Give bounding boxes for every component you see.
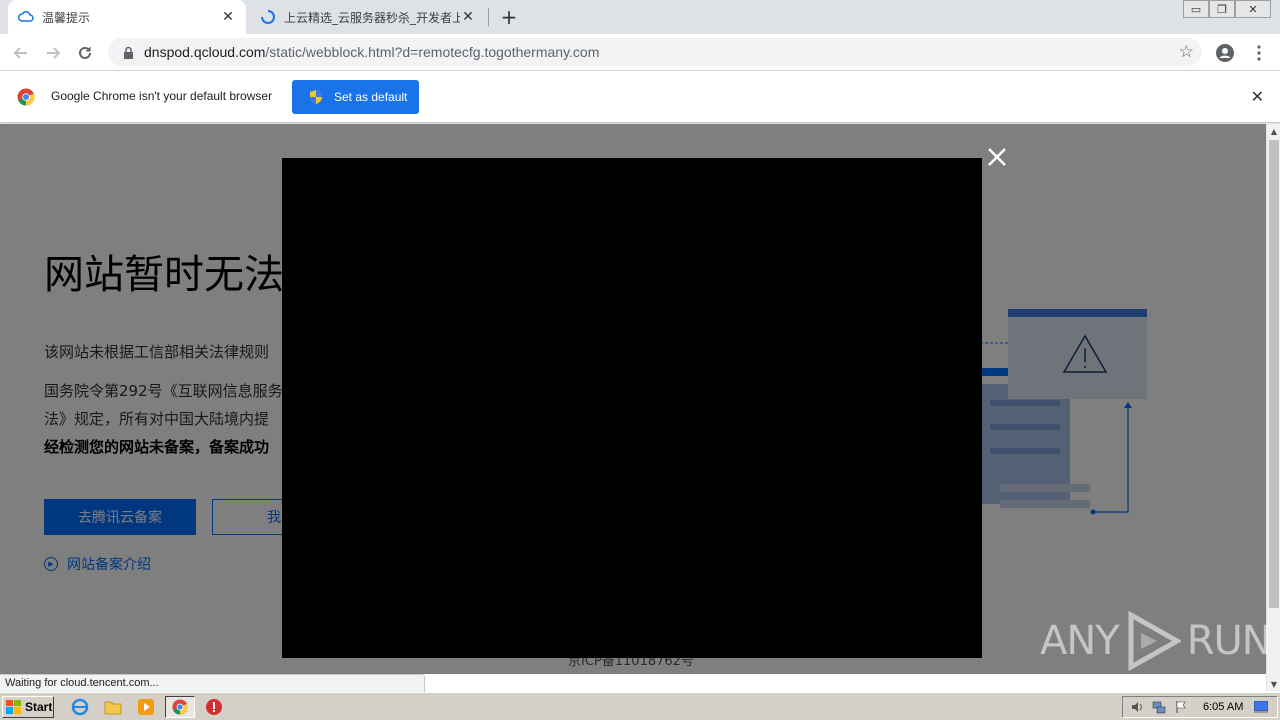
set-as-default-label: Set as default xyxy=(334,90,408,104)
tab-strip: 温馨提示 ✕ 上云精选_云服务器秒杀_开发者上云 ✕ + ▭ ❐ ✕ xyxy=(0,0,1280,34)
close-tab-icon[interactable]: ✕ xyxy=(220,9,236,25)
play-logo-icon xyxy=(1128,611,1181,671)
tab-active[interactable]: 温馨提示 ✕ xyxy=(8,0,246,34)
restore-button[interactable]: ❐ xyxy=(1209,0,1235,18)
close-tab-icon[interactable]: ✕ xyxy=(460,9,476,25)
anyrun-watermark: ANY RUN xyxy=(1040,611,1272,671)
scroll-down-arrow-icon[interactable]: ▼ xyxy=(1267,677,1280,691)
page-scrollbar[interactable]: ▲ ▼ xyxy=(1266,124,1280,691)
chrome-logo-icon xyxy=(17,88,35,106)
windows-flag-icon xyxy=(6,700,21,714)
lock-icon[interactable] xyxy=(122,45,134,59)
chrome-taskbar-icon[interactable] xyxy=(165,696,195,718)
stop-icon[interactable] xyxy=(204,697,224,717)
uac-shield-icon xyxy=(310,90,322,104)
new-tab-button[interactable]: + xyxy=(498,5,520,29)
window-close-button[interactable]: ✕ xyxy=(1235,0,1271,18)
arrow-right-icon xyxy=(47,47,61,59)
reload-button[interactable] xyxy=(72,40,98,66)
url-path: /static/webblock.html?d=remotecfg.togoth… xyxy=(265,44,600,60)
windows-taskbar: Start 6:05 AM xyxy=(0,692,1280,720)
profile-button[interactable] xyxy=(1212,40,1238,66)
default-browser-infobar: Google Chrome isn't your default browser… xyxy=(0,71,1280,123)
folder-icon[interactable] xyxy=(103,697,123,717)
watermark-right: RUN xyxy=(1186,618,1272,664)
start-button[interactable]: Start xyxy=(2,696,54,718)
tab-title: 上云精选_云服务器秒杀_开发者上云 xyxy=(284,10,460,25)
menu-button[interactable] xyxy=(1246,40,1272,66)
account-icon xyxy=(1216,44,1234,62)
tab-inactive[interactable]: 上云精选_云服务器秒杀_开发者上云 ✕ xyxy=(250,0,486,34)
reload-icon xyxy=(79,46,91,59)
modal-close-icon[interactable] xyxy=(984,144,1010,170)
bookmark-star-icon[interactable]: ☆ xyxy=(1179,42,1194,62)
more-vert-icon xyxy=(1257,45,1261,61)
start-label: Start xyxy=(25,700,53,714)
arrow-left-icon xyxy=(13,47,27,59)
tab-separator xyxy=(488,8,489,26)
system-tray: 6:05 AM xyxy=(1122,696,1278,718)
infobar-close-icon[interactable]: ✕ xyxy=(1251,87,1264,106)
tab-title: 温馨提示 xyxy=(42,10,91,25)
forward-button[interactable] xyxy=(40,40,66,66)
volume-icon[interactable] xyxy=(1129,699,1145,715)
url-text: dnspod.qcloud.com/static/webblock.html?d… xyxy=(144,44,599,60)
cloud-icon xyxy=(18,9,34,25)
media-player-icon[interactable] xyxy=(136,697,156,717)
infobar-message: Google Chrome isn't your default browser xyxy=(51,89,273,103)
set-as-default-button[interactable]: Set as default xyxy=(292,80,419,114)
minimize-button[interactable]: ▭ xyxy=(1183,0,1209,18)
video-modal[interactable] xyxy=(282,158,982,658)
watermark-left: ANY xyxy=(1040,618,1120,664)
loading-spinner-icon xyxy=(260,9,276,25)
status-bubble: Waiting for cloud.tencent.com... xyxy=(0,674,425,692)
network-icon[interactable] xyxy=(1151,699,1167,715)
clock: 6:05 AM xyxy=(1203,701,1244,713)
url-host: dnspod.qcloud.com xyxy=(144,44,266,60)
address-bar[interactable]: dnspod.qcloud.com/static/webblock.html?d… xyxy=(108,38,1202,66)
back-button[interactable] xyxy=(8,40,34,66)
action-center-flag-icon[interactable] xyxy=(1173,699,1189,715)
show-desktop-icon[interactable] xyxy=(1253,699,1269,715)
scroll-up-arrow-icon[interactable]: ▲ xyxy=(1267,124,1280,138)
scrollbar-thumb[interactable] xyxy=(1269,140,1279,608)
ie-icon[interactable] xyxy=(70,697,90,717)
browser-toolbar: dnspod.qcloud.com/static/webblock.html?d… xyxy=(0,34,1280,71)
